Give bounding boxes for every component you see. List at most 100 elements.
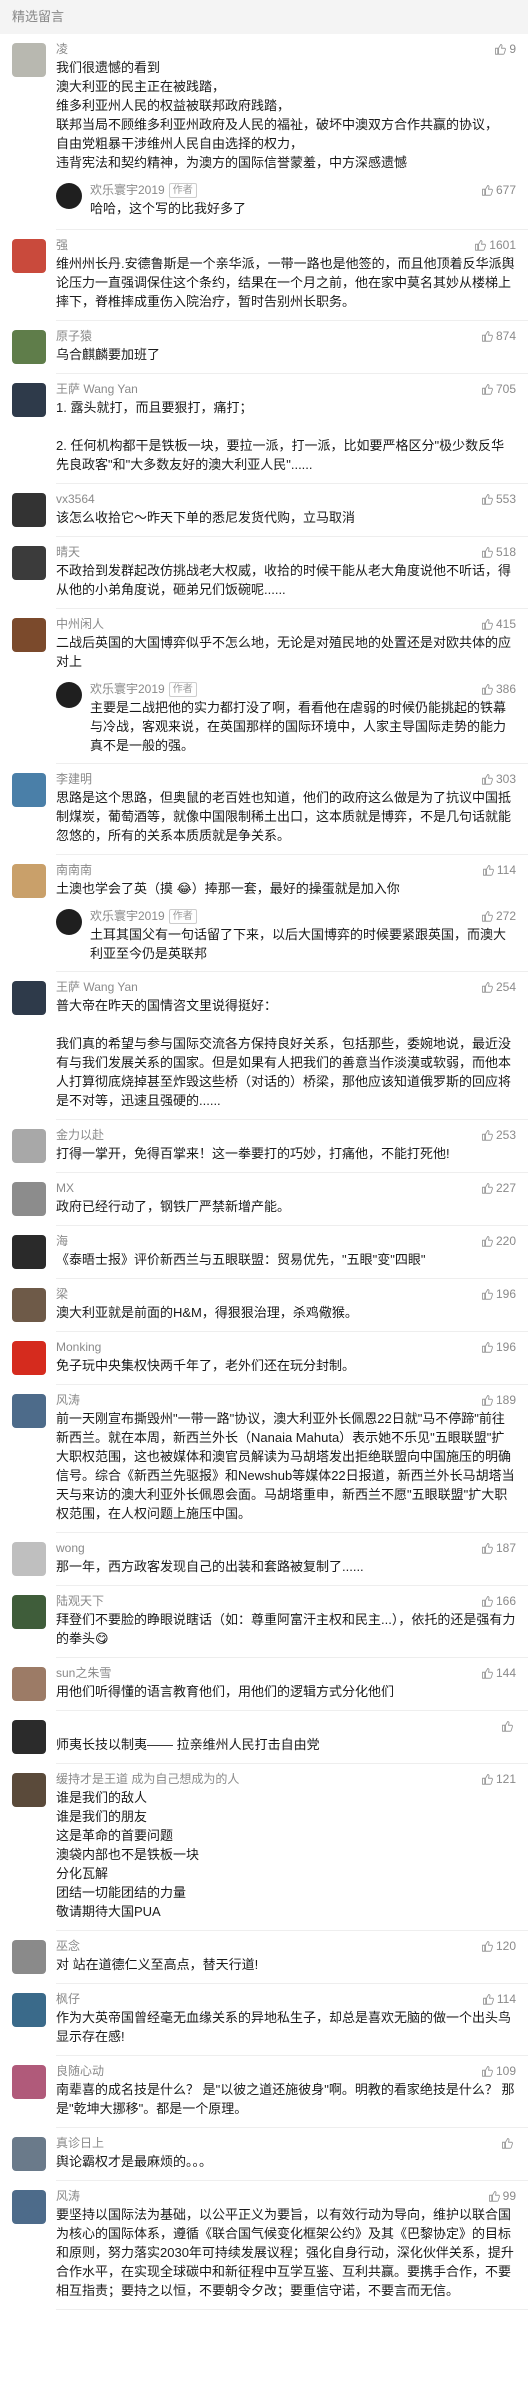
avatar[interactable] — [12, 1667, 46, 1701]
like-button[interactable]: 303 — [481, 770, 516, 788]
avatar[interactable] — [12, 1720, 46, 1754]
comment-text: 舆论霸权才是最麻烦的。。。 — [56, 2154, 213, 2169]
avatar[interactable] — [12, 383, 46, 417]
commenter-nickname[interactable]: 巫念 — [56, 1939, 80, 1953]
like-button[interactable]: 227 — [481, 1179, 516, 1197]
avatar[interactable] — [12, 1288, 46, 1322]
thumbs-up-icon — [481, 1939, 493, 1952]
like-button[interactable]: 196 — [481, 1285, 516, 1303]
thumbs-up-icon — [481, 1772, 493, 1785]
avatar[interactable] — [12, 1235, 46, 1269]
like-button[interactable] — [501, 1717, 516, 1735]
avatar[interactable] — [12, 239, 46, 273]
reply-like-button[interactable]: 677 — [481, 181, 516, 199]
reply-like-button[interactable]: 386 — [481, 680, 516, 698]
commenter-nickname[interactable]: 晴天 — [56, 545, 80, 559]
like-button[interactable]: 166 — [481, 1592, 516, 1610]
avatar[interactable] — [12, 864, 46, 898]
like-button[interactable]: 114 — [482, 861, 516, 879]
author-avatar[interactable] — [56, 909, 82, 935]
thumbs-up-icon — [481, 1128, 493, 1141]
thumbs-up-icon — [481, 1181, 493, 1194]
commenter-nickname[interactable]: 李建明 — [56, 772, 92, 786]
like-button[interactable]: 121 — [481, 1770, 516, 1788]
commenter-nickname[interactable]: 海 — [56, 1234, 68, 1248]
avatar[interactable] — [12, 1773, 46, 1807]
avatar[interactable] — [12, 546, 46, 580]
commenter-nickname[interactable]: 风涛 — [56, 2189, 80, 2203]
like-button[interactable]: 109 — [481, 2062, 516, 2080]
commenter-nickname[interactable]: 强 — [56, 238, 68, 252]
commenter-nickname[interactable]: 王萨 Wang Yan — [56, 980, 138, 994]
like-button[interactable]: 254 — [481, 978, 516, 996]
author-reply: 欢乐寰宇2019 作者 677 哈哈，这个写的比我好多了 — [56, 181, 516, 221]
avatar[interactable] — [12, 1394, 46, 1428]
commenter-nickname[interactable]: 枫仔 — [56, 1992, 80, 2006]
like-button[interactable]: 196 — [481, 1338, 516, 1356]
like-button[interactable]: 120 — [481, 1937, 516, 1955]
like-button[interactable]: 705 — [481, 380, 516, 398]
comment-item: 李建明 303 思路是这个思路，但奥鼠的老百姓也知道，他们的政府这么做是为了抗议中国… — [0, 764, 528, 854]
like-button[interactable]: 220 — [481, 1232, 516, 1250]
like-button[interactable]: 1601 — [474, 236, 516, 254]
commenter-nickname[interactable]: 缓持才是王道 成为自己想成为的人 — [56, 1772, 239, 1786]
commenter-nickname[interactable]: vx3564 — [56, 492, 95, 506]
like-button[interactable]: 144 — [481, 1664, 516, 1682]
avatar[interactable] — [12, 1182, 46, 1216]
comment-item: 真诊日上舆论霸权才是最麻烦的。。。 — [0, 2128, 528, 2180]
commenter-nickname[interactable]: sun之朱雪 — [56, 1666, 111, 1680]
like-button[interactable]: 187 — [481, 1539, 516, 1557]
avatar[interactable] — [12, 43, 46, 77]
comment-item: 中州闲人 415 二战后英国的大国博弈似乎不怎么地，无论是对殖民地的处置还是对欧共体… — [0, 609, 528, 755]
reply-like-button[interactable]: 272 — [481, 907, 516, 925]
avatar[interactable] — [12, 2190, 46, 2224]
like-button[interactable]: 189 — [481, 1391, 516, 1409]
comment-item: 良随心动 109 南辈喜的成名技是什么？ 是"以彼之道还施彼身"啊。明教的看家绝技是… — [0, 2056, 528, 2127]
comment-text: 那一年，西方政客发现自己的出装和套路被复制了...... — [56, 1559, 364, 1574]
commenter-nickname[interactable]: 真诊日上 — [56, 2136, 104, 2150]
avatar[interactable] — [12, 773, 46, 807]
commenter-nickname[interactable]: 陆观天下 — [56, 1594, 104, 1608]
like-button[interactable]: 518 — [481, 543, 516, 561]
commenter-nickname[interactable]: 王萨 Wang Yan — [56, 382, 138, 396]
commenter-nickname[interactable]: 良随心动 — [56, 2064, 104, 2078]
comment-text: 用他们听得懂的语言教育他们，用他们的逻辑方式分化他们 — [56, 1684, 395, 1699]
author-avatar[interactable] — [56, 183, 82, 209]
avatar[interactable] — [12, 1940, 46, 1974]
avatar[interactable] — [12, 618, 46, 652]
like-button[interactable]: 99 — [488, 2187, 516, 2205]
avatar[interactable] — [12, 1993, 46, 2027]
commenter-nickname[interactable]: 风涛 — [56, 1393, 80, 1407]
like-button[interactable]: 114 — [482, 1990, 516, 2008]
commenter-nickname[interactable]: 南南南 — [56, 863, 92, 877]
commenter-nickname[interactable]: 凌 — [56, 42, 68, 56]
avatar[interactable] — [12, 981, 46, 1015]
avatar[interactable] — [12, 2137, 46, 2171]
commenter-nickname[interactable]: 梁 — [56, 1287, 68, 1301]
like-button[interactable] — [501, 2134, 516, 2152]
like-button[interactable]: 553 — [481, 490, 516, 508]
commenter-nickname[interactable]: Monking — [56, 1340, 101, 1354]
comment-text: 乌合麒麟要加班了 — [56, 347, 161, 362]
commenter-nickname[interactable]: MX — [56, 1181, 74, 1195]
commenter-nickname[interactable]: 中州闲人 — [56, 617, 104, 631]
commenter-nickname[interactable]: 金力以赴 — [56, 1128, 104, 1142]
avatar[interactable] — [12, 1129, 46, 1163]
avatar[interactable] — [12, 1341, 46, 1375]
avatar[interactable] — [12, 330, 46, 364]
like-button[interactable]: 9 — [494, 40, 516, 58]
commenter-nickname[interactable]: wong — [56, 1541, 85, 1555]
avatar[interactable] — [12, 493, 46, 527]
author-avatar[interactable] — [56, 682, 82, 708]
like-button[interactable]: 415 — [481, 615, 516, 633]
avatar[interactable] — [12, 1542, 46, 1576]
thumbs-up-icon — [481, 183, 493, 196]
avatar[interactable] — [12, 2065, 46, 2099]
like-button[interactable]: 253 — [481, 1126, 516, 1144]
selected-comments-header: 精选留言 — [0, 0, 528, 34]
commenter-nickname[interactable]: 原子猿 — [56, 329, 92, 343]
like-button[interactable]: 874 — [481, 327, 516, 345]
comment-text: 澳大利亚就是前面的H&M，得狠狠治理，杀鸡儆猴。 — [56, 1305, 358, 1320]
like-count: 114 — [496, 863, 516, 877]
avatar[interactable] — [12, 1595, 46, 1629]
